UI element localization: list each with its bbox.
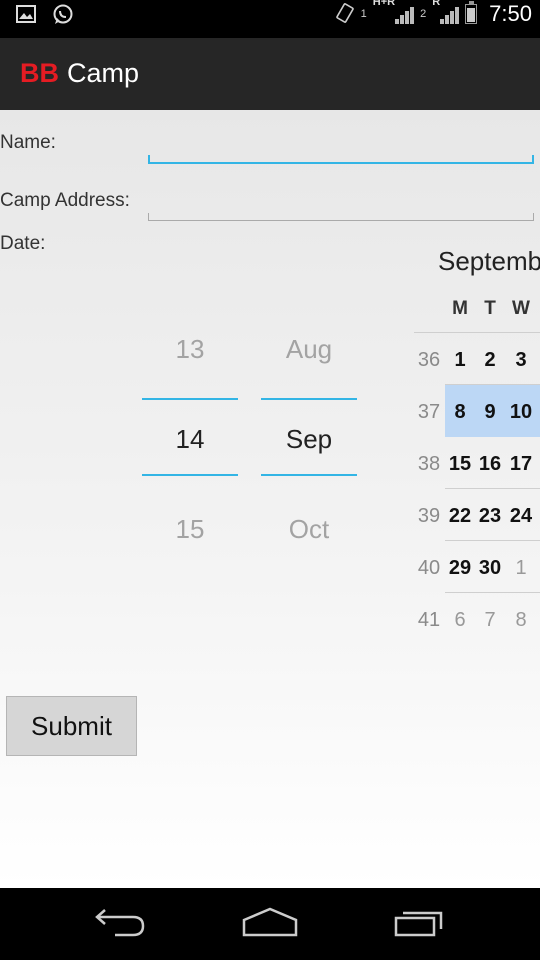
calendar-day-other-month[interactable]: 8 bbox=[506, 609, 536, 632]
app-title-brand: BB bbox=[20, 58, 59, 88]
week-number: 38 bbox=[417, 453, 441, 475]
navigation-bar bbox=[0, 888, 540, 960]
calendar-day[interactable]: 16 bbox=[475, 453, 505, 476]
calendar-day[interactable]: 15 bbox=[445, 453, 475, 476]
back-icon bbox=[93, 907, 147, 942]
calendar-day[interactable]: 22 bbox=[445, 505, 475, 528]
sim2-network-type: R bbox=[432, 0, 441, 8]
back-button[interactable] bbox=[80, 902, 160, 946]
calendar-day[interactable]: 30 bbox=[475, 557, 505, 580]
app-title: BB Camp bbox=[20, 58, 139, 89]
week-number: 41 bbox=[417, 609, 441, 631]
day-next[interactable]: 15 bbox=[142, 514, 238, 545]
week-number: 37 bbox=[417, 401, 441, 423]
calendar-day[interactable]: 29 bbox=[445, 557, 475, 580]
recent-apps-icon bbox=[393, 907, 447, 942]
calendar-week-row: 39 22 23 24 bbox=[414, 489, 540, 541]
signal-icon bbox=[395, 4, 415, 24]
submit-button[interactable]: Submit bbox=[6, 696, 137, 756]
name-label: Name: bbox=[0, 132, 56, 153]
calendar-month-title: Septemb bbox=[438, 246, 540, 276]
calendar-week-row: 41 6 7 8 bbox=[414, 593, 540, 640]
day-picker-bottom-divider bbox=[142, 474, 238, 476]
app-title-text: Camp bbox=[67, 58, 140, 88]
month-next[interactable]: Oct bbox=[261, 514, 357, 545]
home-icon bbox=[242, 907, 298, 942]
battery-icon bbox=[465, 1, 478, 24]
form-content: Name: Camp Address: Date: 13 14 15 Aug S… bbox=[0, 110, 540, 888]
calendar-week-row: 38 15 16 17 bbox=[414, 437, 540, 489]
calendar-weekday-header: M T W bbox=[414, 298, 540, 322]
calendar-day[interactable]: 8 bbox=[445, 401, 475, 424]
weekday-header: W bbox=[512, 298, 530, 319]
calendar-day[interactable]: 2 bbox=[475, 349, 505, 372]
sim2-slot: 2 bbox=[420, 8, 427, 20]
day-picker[interactable]: 13 14 15 bbox=[142, 310, 238, 550]
weekday-header: M bbox=[452, 298, 468, 319]
month-prev[interactable]: Aug bbox=[261, 334, 357, 365]
clock: 7:50 bbox=[489, 1, 532, 26]
day-picker-top-divider bbox=[142, 398, 238, 400]
month-current[interactable]: Sep bbox=[261, 424, 357, 455]
calendar-day[interactable]: 24 bbox=[506, 505, 536, 528]
calendar-day[interactable]: 9 bbox=[475, 401, 505, 424]
week-number: 36 bbox=[417, 349, 441, 371]
calendar-week-row-selected: 37 8 9 10 bbox=[414, 385, 540, 437]
date-label: Date: bbox=[0, 233, 46, 254]
sim1-slot: 1 bbox=[360, 8, 367, 20]
calendar-day[interactable]: 10 bbox=[506, 401, 536, 424]
vibrate-icon bbox=[335, 2, 355, 27]
camp-address-field[interactable] bbox=[148, 196, 534, 221]
name-field[interactable] bbox=[148, 138, 534, 164]
recent-apps-button[interactable] bbox=[380, 902, 460, 946]
calendar-day-other-month[interactable]: 7 bbox=[475, 609, 505, 632]
day-current[interactable]: 14 bbox=[142, 424, 238, 455]
calendar-day[interactable]: 17 bbox=[506, 453, 536, 476]
calendar-day[interactable]: 23 bbox=[475, 505, 505, 528]
calendar-day-other-month[interactable]: 6 bbox=[445, 609, 475, 632]
calendar-view[interactable]: Septemb M T W 36 1 2 3 37 8 9 10 38 15 1… bbox=[414, 240, 540, 640]
day-prev[interactable]: 13 bbox=[142, 334, 238, 365]
week-number: 40 bbox=[417, 557, 441, 579]
calendar-week-row: 40 29 30 1 bbox=[414, 541, 540, 593]
calendar-day-other-month[interactable]: 1 bbox=[506, 557, 536, 580]
camp-address-label: Camp Address: bbox=[0, 190, 130, 211]
whatsapp-icon bbox=[52, 4, 74, 24]
week-number: 39 bbox=[417, 505, 441, 527]
gallery-icon bbox=[16, 4, 38, 24]
month-picker-top-divider bbox=[261, 398, 357, 400]
weekday-header: T bbox=[484, 298, 496, 319]
month-picker-bottom-divider bbox=[261, 474, 357, 476]
status-bar: 1 H+R 2 R 7:50 bbox=[0, 0, 540, 28]
home-button[interactable] bbox=[230, 902, 310, 946]
signal-icon-2 bbox=[440, 4, 460, 24]
calendar-day[interactable]: 1 bbox=[445, 349, 475, 372]
sim1-network-type: H+R bbox=[372, 0, 396, 8]
month-picker[interactable]: Aug Sep Oct bbox=[261, 310, 357, 550]
calendar-week-row: 36 1 2 3 bbox=[414, 333, 540, 385]
app-bar: BB Camp bbox=[0, 38, 540, 111]
calendar-day[interactable]: 3 bbox=[506, 349, 536, 372]
